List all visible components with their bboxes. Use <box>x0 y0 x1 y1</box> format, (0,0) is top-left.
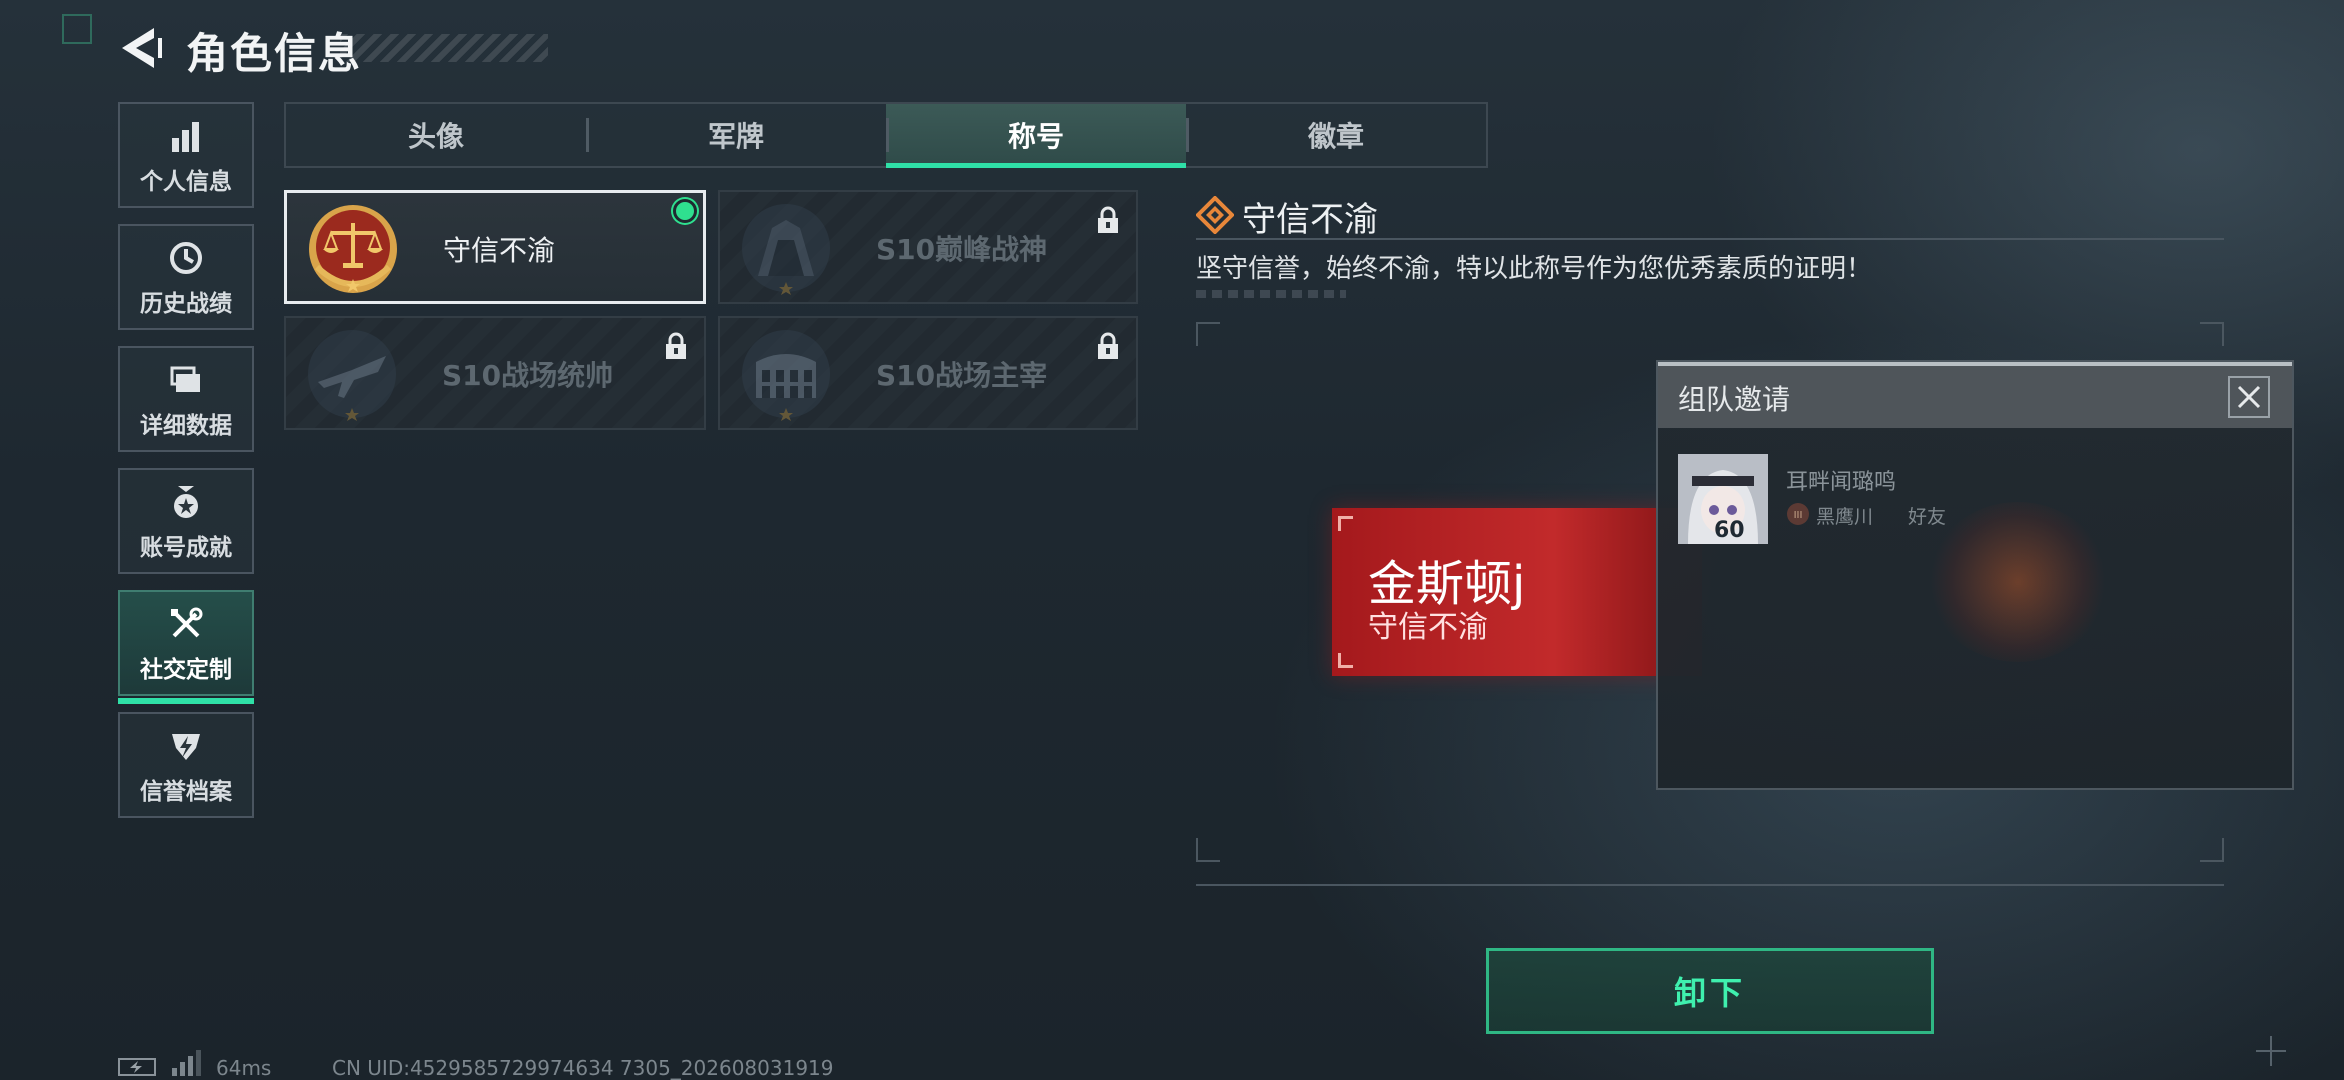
detail-title: 守信不渝 <box>1242 200 1378 240</box>
lock-icon <box>666 332 686 359</box>
history-icon <box>170 242 202 274</box>
colosseum-medal-icon <box>742 330 830 421</box>
sidebar-item-detailed-data[interactable]: 详细数据 <box>118 346 254 452</box>
lock-icon <box>1098 332 1118 359</box>
title-card-name: S10战场统帅 <box>442 359 614 392</box>
achievement-icon <box>174 486 198 518</box>
corner-marker <box>62 14 92 44</box>
uid-text: CN UID:4529585729974634 7305_20260803191… <box>332 1056 834 1080</box>
popup-title: 组队邀请 <box>1678 383 1791 416</box>
lock-icon <box>1098 206 1118 233</box>
title-card-name: S10战场主宰 <box>876 359 1048 392</box>
svg-text:III: III <box>1794 510 1803 521</box>
diamond-title-icon <box>1196 196 1234 234</box>
equipped-indicator <box>673 199 697 223</box>
sidebar-item-label: 历史战绩 <box>140 291 232 317</box>
detail-faint-decoration <box>1196 290 1346 298</box>
tools-icon <box>171 607 203 638</box>
aircraft-medal-icon <box>308 330 396 421</box>
page-title: 角色信息 <box>186 29 363 78</box>
folder-icon <box>170 366 200 392</box>
popup-header: 组队邀请 <box>1658 362 2292 428</box>
tab-bar: 头像 军牌 称号 徽章 <box>284 102 1488 168</box>
player-level: 60 <box>1714 518 1745 543</box>
detail-divider <box>1196 238 2224 240</box>
ping-value: 64ms <box>216 1056 272 1080</box>
guild-icon: III <box>1787 503 1809 525</box>
sidebar-item-personal-info[interactable]: 个人信息 <box>118 102 254 208</box>
title-card-name: 守信不渝 <box>443 234 556 267</box>
friend-name: 耳畔闻璐鸣 <box>1786 470 1897 495</box>
sidebar-item-label: 账号成就 <box>140 535 232 561</box>
back-arrow-icon[interactable] <box>118 24 164 72</box>
title-card-locked[interactable]: S10战场主宰 <box>718 316 1138 430</box>
crosshair-decoration <box>2256 1036 2286 1066</box>
nameplate-title: 守信不渝 <box>1368 610 1488 645</box>
title-card-name: S10巅峰战神 <box>876 233 1048 266</box>
sidebar-item-history[interactable]: 历史战绩 <box>118 224 254 330</box>
sidebar-item-achievements[interactable]: 账号成就 <box>118 468 254 574</box>
scales-medal-icon <box>309 205 397 293</box>
sidebar-item-social-custom[interactable]: 社交定制 <box>118 590 254 704</box>
title-card-selected[interactable]: 守信不渝 <box>284 190 706 304</box>
detail-description: 坚守信誉，始终不渝，特以此称号作为您优秀素质的证明！ <box>1196 254 1873 284</box>
sidebar-item-label: 详细数据 <box>140 413 232 439</box>
preview-divider <box>1196 884 2224 886</box>
title-decoration <box>340 34 548 62</box>
sidebar-item-label: 个人信息 <box>140 169 232 195</box>
background-glow <box>1928 502 2108 662</box>
peak-warrior-medal-icon <box>742 204 830 295</box>
unequip-button[interactable]: 卸下 <box>1486 948 1934 1034</box>
close-icon <box>2237 385 2261 409</box>
tab-dog-tag[interactable]: 军牌 <box>586 104 886 166</box>
bar-chart-icon <box>172 122 199 152</box>
sidebar-item-label: 信誉档案 <box>140 779 232 805</box>
title-card-locked[interactable]: S10战场统帅 <box>284 316 706 430</box>
sidebar-item-label: 社交定制 <box>140 657 232 683</box>
reputation-icon <box>172 734 200 760</box>
team-invite-popup: 组队邀请 60 耳畔闻璐鸣 III 黑鹰川 好友 <box>1656 360 2294 790</box>
tab-badge[interactable]: 徽章 <box>1186 104 1486 166</box>
signal-icon <box>172 1050 201 1076</box>
battery-icon <box>118 1058 156 1076</box>
guild-name: 黑鹰川 <box>1816 506 1874 528</box>
nameplate-preview: 金斯顿j 守信不渝 <box>1332 508 1702 676</box>
tab-title[interactable]: 称号 <box>886 104 1186 168</box>
tab-avatar[interactable]: 头像 <box>286 104 586 166</box>
close-button[interactable] <box>2228 376 2270 418</box>
sidebar-item-reputation[interactable]: 信誉档案 <box>118 712 254 818</box>
title-card-locked[interactable]: S10巅峰战神 <box>718 190 1138 304</box>
relation-label: 好友 <box>1908 506 1947 528</box>
